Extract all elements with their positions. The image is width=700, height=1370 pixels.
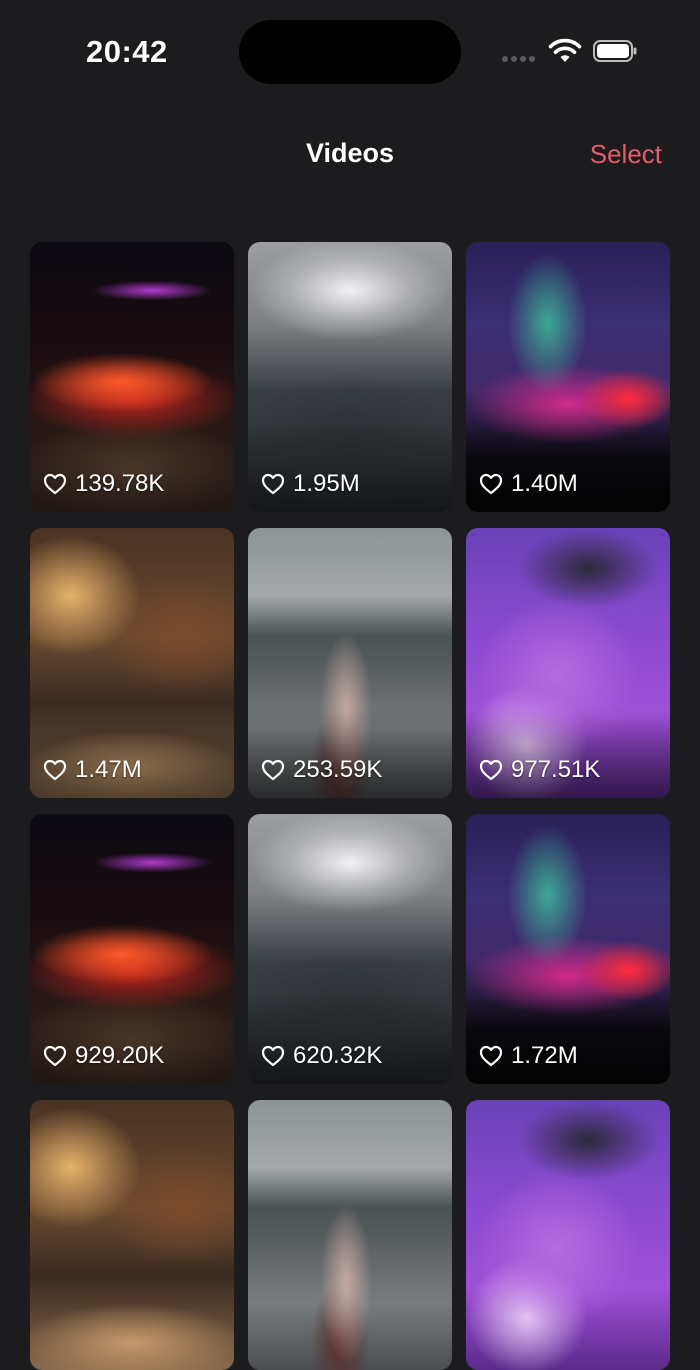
video-thumbnail[interactable]: 1.40M [466, 242, 670, 512]
likes-count: 1.40M [479, 470, 578, 498]
likes-label: 1.95M [293, 470, 360, 497]
video-thumbnail[interactable] [30, 1100, 234, 1370]
likes-label: 253.59K [293, 756, 383, 783]
likes-label: 929.20K [75, 1042, 165, 1069]
video-thumbnail[interactable]: 929.20K [30, 814, 234, 1084]
video-thumbnail[interactable]: 253.59K [248, 528, 452, 798]
video-thumbnail[interactable]: 1.47M [30, 528, 234, 798]
video-thumbnail[interactable]: 977.51K [466, 528, 670, 798]
heart-icon [43, 759, 67, 781]
likes-count: 929.20K [43, 1042, 164, 1070]
heart-icon [43, 473, 67, 495]
status-bar: 20:42 [0, 0, 700, 100]
heart-icon [43, 1045, 67, 1067]
likes-label: 1.40M [511, 470, 578, 497]
dynamic-island [239, 20, 461, 84]
video-thumbnail[interactable]: 139.78K [30, 242, 234, 512]
likes-label: 1.47M [75, 756, 142, 783]
video-thumbnail[interactable]: 620.32K [248, 814, 452, 1084]
heart-icon [479, 1045, 503, 1067]
likes-count: 1.95M [261, 470, 360, 498]
video-thumbnail[interactable]: 1.72M [466, 814, 670, 1084]
likes-count: 620.32K [261, 1042, 382, 1070]
heart-icon [261, 1045, 285, 1067]
heart-icon [479, 473, 503, 495]
video-thumbnail[interactable] [248, 1100, 452, 1370]
cellular-signal-icon [502, 56, 535, 62]
likes-count: 977.51K [479, 756, 600, 784]
likes-count: 139.78K [43, 470, 164, 498]
select-button[interactable]: Select [590, 139, 662, 170]
likes-count: 1.47M [43, 756, 142, 784]
likes-label: 620.32K [293, 1042, 383, 1069]
likes-label: 977.51K [511, 756, 601, 783]
video-thumbnail[interactable]: 1.95M [248, 242, 452, 512]
heart-icon [261, 473, 285, 495]
heart-icon [479, 759, 503, 781]
video-grid: 139.78K 1.95M 1.40M 1.47M 253.59K 977.51… [30, 242, 670, 1370]
likes-label: 139.78K [75, 470, 165, 497]
video-thumbnail[interactable] [466, 1100, 670, 1370]
heart-icon [261, 759, 285, 781]
battery-icon [593, 40, 637, 62]
likes-count: 253.59K [261, 756, 382, 784]
status-time: 20:42 [86, 34, 168, 69]
likes-label: 1.72M [511, 1042, 578, 1069]
likes-count: 1.72M [479, 1042, 578, 1070]
wifi-icon [548, 38, 582, 62]
